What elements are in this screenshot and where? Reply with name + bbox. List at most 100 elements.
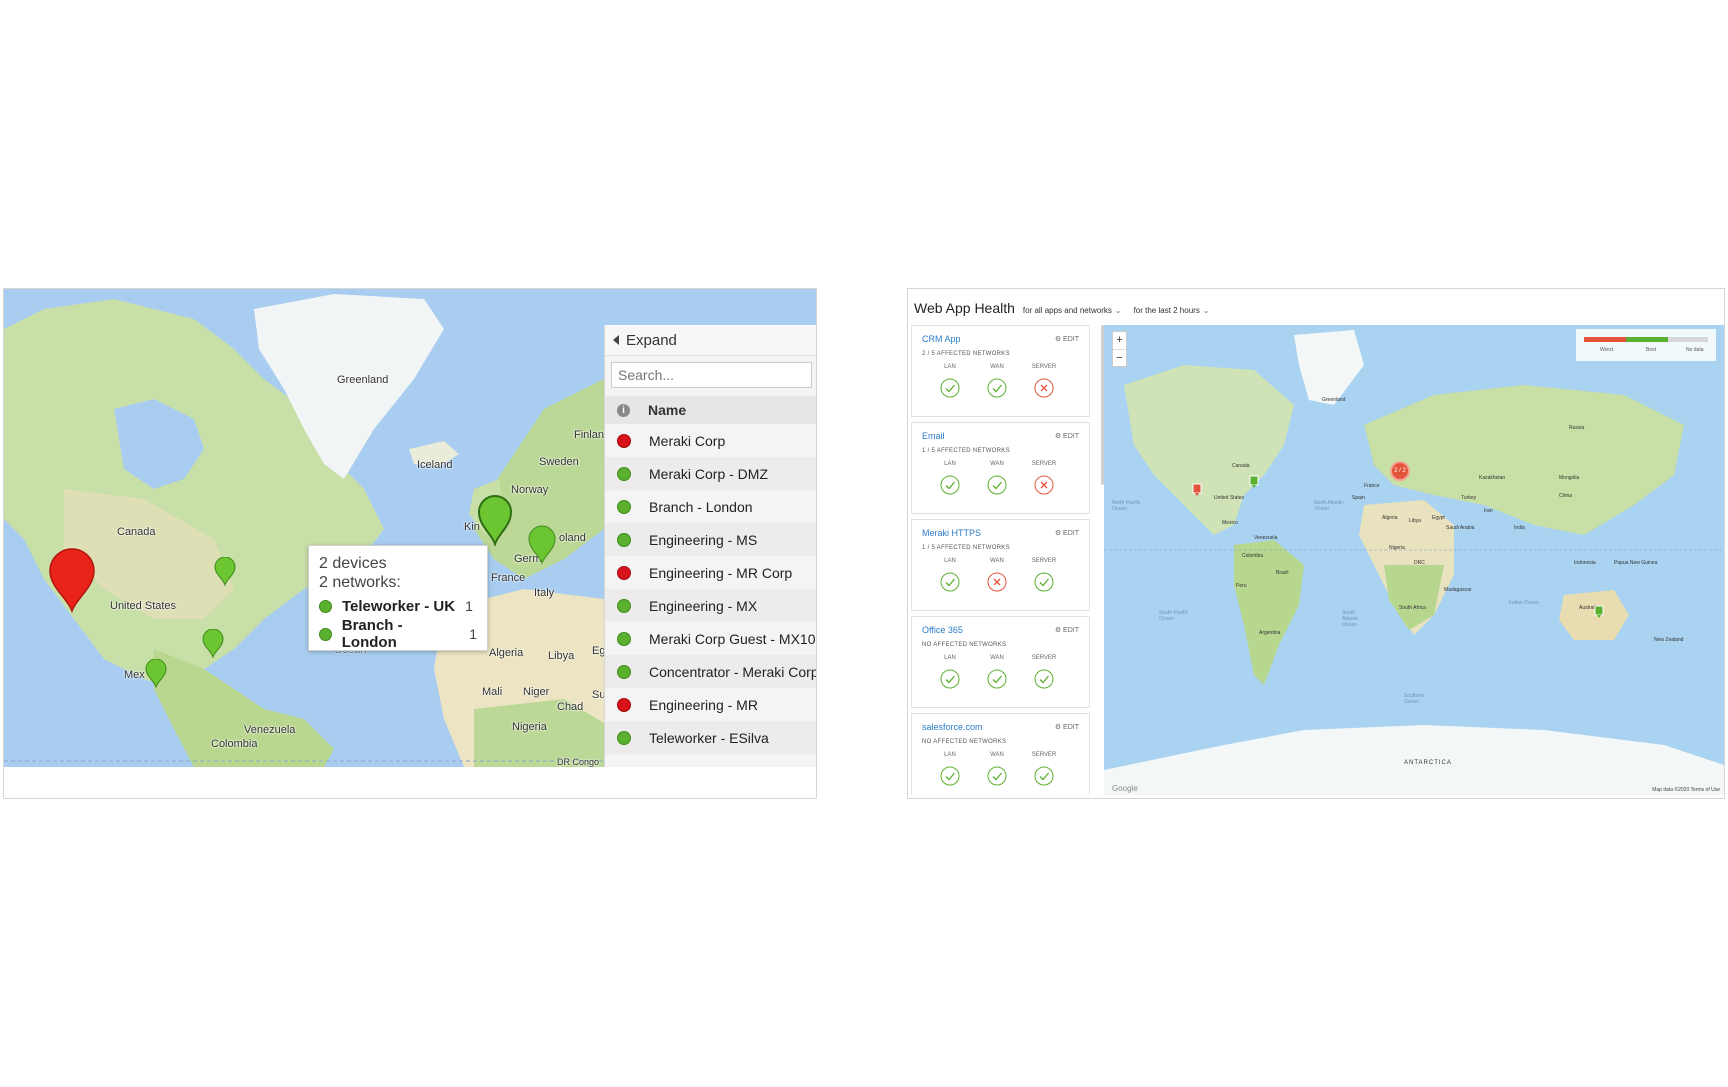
network-search-input[interactable] <box>611 362 812 388</box>
network-list-header[interactable]: i Name <box>605 396 816 424</box>
health-check-wan: WAN <box>977 752 1017 786</box>
apps-filter-label: for all apps and networks <box>1022 306 1112 315</box>
network-row[interactable]: Engineering - MS <box>605 523 816 556</box>
rmap-label-russia: Russia <box>1569 425 1585 431</box>
rmap-label-mongolia: Mongolia <box>1559 475 1580 481</box>
check-column-label: LAN <box>944 364 956 370</box>
app-health-card: CRM App ⚙ EDIT 2 / 5 AFFECTED NETWORKS LAN W… <box>911 325 1090 417</box>
health-check-wan: WAN <box>977 655 1017 689</box>
network-map[interactable]: Greenland Iceland Canada United States M… <box>4 289 816 767</box>
zoom-in-button[interactable]: + <box>1113 332 1126 350</box>
expand-button[interactable]: Expand <box>605 325 816 356</box>
network-row[interactable]: Meraki Corp <box>605 424 816 457</box>
rmap-label-brazil: Brazil <box>1276 570 1289 576</box>
network-row[interactable]: Engineering - MR <box>605 688 816 721</box>
network-row[interactable]: Concentrator - Meraki Corp <box>605 655 816 688</box>
edit-label: EDIT <box>1063 336 1079 343</box>
network-row[interactable]: Engineering - MX <box>605 589 816 622</box>
map-pin-green-southeast[interactable] <box>202 629 224 659</box>
tooltip-network-name: Teleworker - UK <box>342 597 456 615</box>
rmap-label-colombia: Colombia <box>1242 553 1264 559</box>
rmap-label-madagascar: Madagascar <box>1444 587 1472 593</box>
rmap-label-indian-ocean: Indian Ocean <box>1509 600 1539 606</box>
health-check-row: LAN WAN SERVER <box>930 655 1080 699</box>
network-row[interactable]: Engineering - MR Corp <box>605 556 816 589</box>
map-label-poland: oland <box>559 532 586 544</box>
map-marker-green-us-east[interactable] <box>1249 475 1259 489</box>
check-column-label: WAN <box>990 364 1004 370</box>
legend-no-data: No data <box>1686 347 1704 353</box>
network-row[interactable]: Teleworker - ESilva <box>605 721 816 754</box>
status-dot-icon <box>617 631 631 646</box>
apps-filter-dropdown[interactable]: for all apps and networks ⌄ <box>1023 306 1122 315</box>
status-dot-icon <box>617 730 631 745</box>
check-circle-icon <box>940 766 960 786</box>
legend-best: Best <box>1646 347 1657 353</box>
edit-button[interactable]: ⚙ EDIT <box>1055 529 1079 537</box>
map-pin-red-us-west[interactable] <box>48 547 96 613</box>
map-label-iceland: Iceland <box>417 459 453 471</box>
edit-button[interactable]: ⚙ EDIT <box>1055 626 1079 634</box>
network-row[interactable]: Branch - London <box>605 490 816 523</box>
edit-button[interactable]: ⚙ EDIT <box>1055 335 1079 343</box>
app-name-link[interactable]: salesforce.com <box>922 722 983 732</box>
map-pin-green-london[interactable] <box>477 494 513 546</box>
status-dot-icon <box>319 599 332 613</box>
time-filter-dropdown[interactable]: for the last 2 hours ⌄ <box>1134 306 1210 315</box>
map-pin-green-northeast[interactable] <box>214 557 236 587</box>
status-dot-icon <box>319 627 332 641</box>
chevron-down-icon: ⌄ <box>1202 306 1210 315</box>
edit-button[interactable]: ⚙ EDIT <box>1055 432 1079 440</box>
app-name-link[interactable]: Meraki HTTPS <box>922 528 981 538</box>
health-check-server: SERVER <box>1024 461 1064 495</box>
web-app-health-panel: Web App Health for all apps and networks… <box>907 288 1725 799</box>
map-attribution[interactable]: Map data ©2020 Terms of Use <box>1652 787 1720 793</box>
rmap-label-indonesia: Indonesia <box>1574 560 1596 566</box>
rmap-label-iran: Iran <box>1484 508 1493 514</box>
rmap-label-new-zealand: New Zealand <box>1654 637 1684 643</box>
time-filter-label: for the last 2 hours <box>1133 306 1200 315</box>
app-health-card: Email ⚙ EDIT 1 / 5 AFFECTED NETWORKS LAN WAN… <box>911 422 1090 514</box>
check-circle-icon <box>987 766 1007 786</box>
edit-button[interactable]: ⚙ EDIT <box>1055 723 1079 731</box>
app-name-link[interactable]: Office 365 <box>922 625 963 635</box>
network-rows: Meraki Corp Meraki Corp - DMZ Branch - Lon… <box>605 424 816 754</box>
tooltip-network-item[interactable]: Teleworker - UK 1 <box>319 592 477 620</box>
health-check-server: SERVER <box>1024 655 1064 689</box>
check-circle-icon <box>940 572 960 592</box>
legend-worst: Worst <box>1600 347 1613 353</box>
world-health-map[interactable]: + − Worst Best No data Greenland Canada … <box>1104 325 1724 795</box>
info-icon: i <box>617 403 630 417</box>
tooltip-network-item[interactable]: Branch - London 1 <box>319 617 477 651</box>
app-name-link[interactable]: CRM App <box>922 334 961 344</box>
network-row[interactable]: Meraki Corp Guest - MX100 <box>605 622 816 655</box>
map-tooltip: 2 devices 2 networks: Teleworker - UK 1 … <box>308 545 488 651</box>
network-row[interactable]: Meraki Corp - DMZ <box>605 457 816 490</box>
zoom-out-button[interactable]: − <box>1113 350 1126 367</box>
rmap-label-venezuela: Venezuela <box>1254 535 1278 541</box>
map-marker-green-australia[interactable] <box>1594 605 1604 619</box>
check-column-label: WAN <box>990 461 1004 467</box>
network-name: Engineering - MS <box>649 531 758 548</box>
map-pin-green-germany[interactable] <box>528 525 556 565</box>
rmap-label-greenland: Greenland <box>1322 397 1346 403</box>
triangle-left-icon <box>613 335 619 345</box>
rmap-label-north-atlantic: North Atlantic Ocean <box>1314 500 1344 512</box>
health-check-lan: LAN <box>930 752 970 786</box>
rmap-label-south-atlantic: South Atlantic Ocean <box>1342 610 1359 628</box>
map-label-norway: Norway <box>511 484 549 496</box>
edit-label: EDIT <box>1063 627 1079 634</box>
rmap-label-france: France <box>1364 483 1380 489</box>
map-pin-green-mexico[interactable] <box>145 659 167 689</box>
status-dot-icon <box>617 499 631 514</box>
map-marker-red-us-west[interactable] <box>1192 483 1202 497</box>
app-name-link[interactable]: Email <box>922 431 945 441</box>
tooltip-device-count: 2 devices <box>319 555 387 572</box>
health-check-row: LAN WAN SERVER <box>930 558 1080 602</box>
map-cluster-marker[interactable]: 2 / 2 <box>1390 461 1410 481</box>
health-check-lan: LAN <box>930 364 970 398</box>
health-check-lan: LAN <box>930 655 970 689</box>
expand-label: Expand <box>626 331 677 349</box>
rmap-label-south-africa: South Africa <box>1399 605 1426 611</box>
gear-icon: ⚙ <box>1054 336 1064 343</box>
